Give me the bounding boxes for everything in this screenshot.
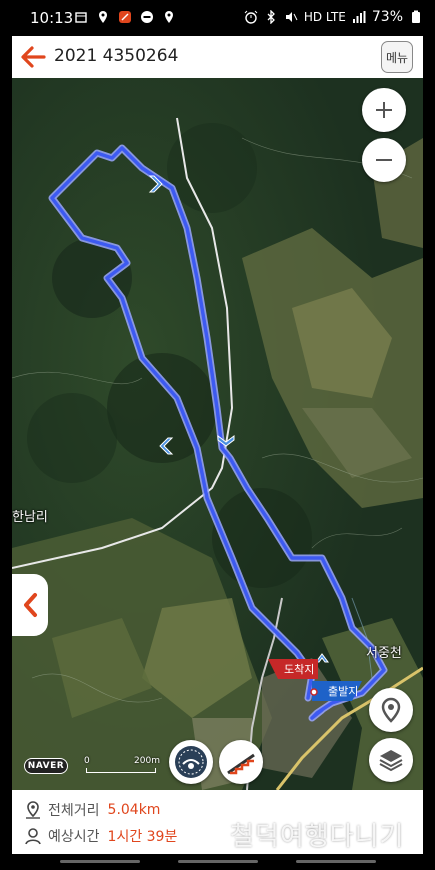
distance-label: 전체거리	[48, 803, 100, 819]
place-label-hannam: 한남리	[12, 510, 48, 525]
status-bar: 10:13 HD LTE 73%	[0, 0, 435, 36]
end-flag[interactable]: 도착지	[268, 659, 322, 679]
zoom-in-button[interactable]	[362, 88, 406, 132]
mute-icon	[285, 12, 298, 22]
system-icons: HD LTE 73%	[244, 9, 423, 25]
my-location-button[interactable]	[369, 688, 413, 732]
start-point-icon	[310, 688, 318, 696]
hiker-icon	[25, 828, 41, 845]
distance-row: 전체거리 5.04km	[24, 800, 160, 820]
location-icon	[99, 11, 107, 23]
map-scale: 0 200m	[84, 756, 160, 776]
map-view[interactable]: 한남리 서중천 도착지 출발지 NAVER 0 200m	[12, 78, 423, 790]
distance-icon	[26, 801, 40, 819]
notification-icons	[74, 10, 176, 24]
location-pin-icon	[381, 697, 401, 723]
nav-pill-right[interactable]	[296, 860, 376, 863]
naver-logo: NAVER	[24, 758, 68, 774]
panel-toggle-button[interactable]	[12, 574, 48, 636]
start-label: 출발지	[328, 685, 359, 698]
scale-bar	[86, 768, 156, 773]
compass-button[interactable]	[169, 740, 213, 784]
time-row: 예상시간 1시간 39분	[24, 826, 177, 846]
location-icon-2	[165, 11, 173, 23]
do-not-disturb-icon	[141, 11, 153, 23]
elevation-button[interactable]	[219, 740, 263, 784]
place-label-seojungcheon: 서중천	[366, 646, 402, 661]
plus-icon	[376, 102, 392, 118]
scale-distance: 200m	[134, 756, 160, 766]
time-label: 예상시간	[48, 829, 100, 845]
status-time: 10:13	[30, 9, 74, 27]
battery-percent: 73%	[371, 9, 403, 25]
alarm-icon	[244, 10, 258, 24]
bluetooth-icon	[267, 10, 275, 24]
system-nav-bar	[0, 854, 435, 870]
stairs-icon	[227, 753, 255, 775]
app-notification-icon	[119, 11, 131, 23]
network-type: HD LTE	[303, 10, 346, 24]
app-header: 2021 4350264 메뉴	[12, 36, 423, 78]
battery-icon	[412, 10, 420, 23]
watermark: 철덕여행다니기	[230, 822, 405, 852]
calendar-icon	[75, 12, 87, 23]
zoom-out-button[interactable]	[362, 138, 406, 182]
layers-button[interactable]	[369, 738, 413, 782]
scale-start: 0	[84, 756, 90, 766]
back-arrow-icon[interactable]	[18, 44, 48, 70]
page-title: 2021 4350264	[54, 46, 179, 66]
start-flag[interactable]: 출발지	[312, 681, 366, 701]
nav-pill-left[interactable]	[60, 860, 140, 863]
nav-pill-center[interactable]	[178, 860, 258, 863]
distance-value: 5.04km	[107, 802, 161, 818]
chevron-left-icon	[24, 593, 37, 617]
compass-icon	[175, 746, 207, 778]
signal-icon	[352, 11, 366, 23]
minus-icon	[376, 159, 392, 161]
end-label: 도착지	[284, 663, 315, 676]
layers-icon	[379, 750, 403, 772]
menu-button[interactable]: 메뉴	[381, 41, 413, 73]
time-value: 1시간 39분	[107, 829, 178, 845]
